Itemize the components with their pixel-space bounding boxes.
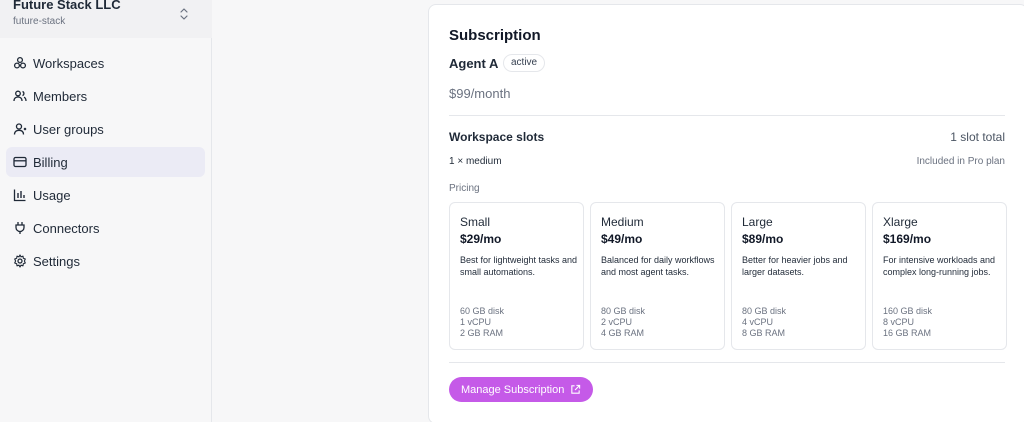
sidebar-item-label: Connectors [33,220,100,236]
plan-disk: 80 GB disk [601,306,646,316]
sidebar-item-user-groups[interactable]: User groups [6,114,205,144]
plan-ram: 4 GB RAM [601,328,645,338]
plan-description: Better for heavier jobs and larger datas… [742,255,848,277]
sidebar-item-billing[interactable]: Billing [6,147,205,177]
sidebar-item-label: Members [33,88,88,104]
plan-price: $169/mo [883,232,932,246]
plan-ram: 16 GB RAM [883,328,932,338]
chevron-up-down-icon[interactable] [178,6,190,22]
external-link-icon [571,384,581,394]
plan-disk: 60 GB disk [460,306,505,316]
plan-specs: 80 GB disk 4 vCPU 8 GB RAM [742,306,786,339]
members-icon [13,90,27,102]
plan-card-large: Large $89/mo Better for heavier jobs and… [731,202,866,350]
sidebar: Future Stack LLC future-stack Workspaces… [0,0,212,422]
subscription-price: $99/month [449,86,511,101]
plan-card-small: Small $29/mo Best for lightweight tasks … [449,202,584,350]
workspaces-icon [13,56,27,69]
sidebar-item-connectors[interactable]: Connectors [6,213,205,243]
sidebar-item-settings[interactable]: Settings [6,246,205,276]
plan-specs: 80 GB disk 2 vCPU 4 GB RAM [601,306,645,339]
plan-description: Best for lightweight tasks and small aut… [460,255,578,277]
sidebar-item-label: Usage [33,187,71,203]
plan-cpu: 1 vCPU [460,317,492,327]
plan-price: $49/mo [601,232,643,246]
plan-name: Small [460,215,491,229]
sidebar-nav: Workspaces Members User groups Billing U… [6,48,205,279]
org-name: Future Stack LLC [13,0,121,12]
workspace-slots-total: 1 slot total [950,130,1005,144]
manage-subscription-button[interactable]: Manage Subscription [449,377,594,402]
divider [449,115,1005,116]
sidebar-item-usage[interactable]: Usage [6,180,205,210]
sidebar-item-members[interactable]: Members [6,81,205,111]
plan-cpu: 2 vCPU [601,317,633,327]
usage-chart-icon [13,189,26,202]
plan-cpu: 8 vCPU [883,317,915,327]
manage-subscription-label: Manage Subscription [461,383,565,396]
org-slug: future-stack [13,16,66,27]
plug-icon [15,222,25,234]
plan-disk: 160 GB disk [883,306,933,316]
org-switcher[interactable]: Future Stack LLC future-stack [0,0,212,38]
plan-description: For intensive workloads and complex long… [883,255,996,277]
pricing-plans: Small $29/mo Best for lightweight tasks … [449,202,1007,350]
plan-name: Large [742,215,773,229]
plan-cpu: 4 vCPU [742,317,774,327]
plan-ram: 2 GB RAM [460,328,504,338]
status-badge: active [503,54,546,72]
gear-icon [14,254,26,268]
workspace-slots-title: Workspace slots [449,130,545,144]
plan-description: Balanced for daily workflows and most ag… [601,255,715,277]
workspace-slot-note: Included in Pro plan [916,156,1005,167]
plan-card-xlarge: Xlarge $169/mo For intensive workloads a… [872,202,1007,350]
plan-name: Xlarge [883,215,918,229]
user-groups-icon [13,123,27,135]
plan-disk: 80 GB disk [742,306,787,316]
sidebar-item-label: User groups [33,121,104,137]
plan-price: $89/mo [742,232,784,246]
plan-price: $29/mo [460,232,502,246]
plan-specs: 60 GB disk 1 vCPU 2 GB RAM [460,306,504,339]
plan-name: Medium [601,215,644,229]
pricing-label: Pricing [449,183,480,194]
subscription-card: Subscription Agent A active $99/month Wo… [428,4,1024,422]
plan-card-medium: Medium $49/mo Balanced for daily workflo… [590,202,725,350]
billing-icon [13,156,27,168]
sidebar-item-label: Billing [33,154,68,170]
sidebar-item-workspaces[interactable]: Workspaces [6,48,205,78]
page-title: Subscription [449,27,541,44]
sidebar-item-label: Workspaces [33,55,105,71]
sidebar-item-label: Settings [33,253,80,269]
plan-ram: 8 GB RAM [742,328,786,338]
agent-name: Agent A [449,56,499,71]
plan-specs: 160 GB disk 8 vCPU 16 GB RAM [883,306,932,339]
workspace-slot-detail: 1 × medium [449,156,502,167]
divider [449,362,1005,363]
